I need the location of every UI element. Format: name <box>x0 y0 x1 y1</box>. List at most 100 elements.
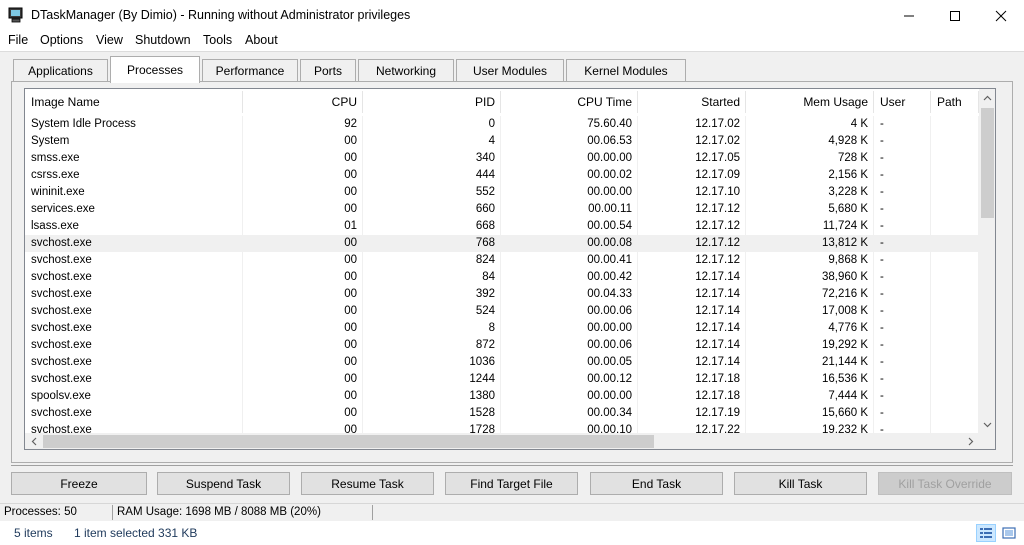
vertical-scrollbar[interactable] <box>979 89 995 433</box>
menu-about[interactable]: About <box>245 33 278 47</box>
find-target-file-button[interactable]: Find Target File <box>445 472 578 495</box>
table-row[interactable]: System 00 4 00.06.53 12.17.02 4,928 K- <box>25 133 979 150</box>
mem-usage-cell: 17,008 K <box>821 305 868 317</box>
cpu-time-cell: 00.00.08 <box>587 237 632 249</box>
menu-shutdown[interactable]: Shutdown <box>135 33 191 47</box>
menu-view[interactable]: View <box>96 33 123 47</box>
kill-task-override-button[interactable]: Kill Task Override <box>878 472 1012 495</box>
table-row[interactable]: svchost.exe 00 84 00.00.42 12.17.14 38,960 K- <box>25 269 979 286</box>
horizontal-scrollbar[interactable] <box>25 433 979 449</box>
table-row[interactable]: services.exe 00 660 00.00.11 12.17.12 5,680 K… <box>25 201 979 218</box>
table-row[interactable]: lsass.exe 01 668 00.00.54 12.17.12 11,724 K- <box>25 218 979 235</box>
table-row[interactable]: svchost.exe 00 768 00.00.08 12.17.12 13,812 K… <box>25 235 979 252</box>
kill-task-button[interactable]: Kill Task <box>734 472 867 495</box>
cpu-time-cell: 00.00.06 <box>587 339 632 351</box>
path-cell <box>931 167 979 184</box>
table-row[interactable]: svchost.exe 00 872 00.00.06 12.17.14 19,292 K… <box>25 337 979 354</box>
scroll-left-button[interactable] <box>25 433 42 449</box>
path-cell <box>931 252 979 269</box>
col-cpu-header[interactable]: CPU <box>243 89 363 115</box>
tab-ports[interactable]: Ports <box>300 59 356 81</box>
process-count: Processes: 50 <box>0 505 113 520</box>
col-started-header[interactable]: Started <box>638 89 746 115</box>
mem-usage-cell: 3,228 K <box>828 186 868 198</box>
user-cell: - <box>880 118 884 130</box>
menu-file[interactable]: File <box>8 33 28 47</box>
scroll-right-button[interactable] <box>962 433 979 449</box>
pid-cell: 768 <box>475 237 495 249</box>
scroll-corner <box>979 433 995 449</box>
scroll-up-button[interactable] <box>979 89 995 106</box>
process-list[interactable]: Image Name CPU PID CPU Time Started Mem Usage… <box>24 88 996 450</box>
table-row[interactable]: csrss.exe 00 444 00.00.02 12.17.09 2,156 K- <box>25 167 979 184</box>
pid-cell: 444 <box>475 169 495 181</box>
details-view-button[interactable] <box>976 524 996 542</box>
table-row[interactable]: svchost.exe 00 1036 00.00.05 12.17.14 21,144 … <box>25 354 979 371</box>
col-path-header[interactable]: Path <box>931 89 979 115</box>
table-row[interactable]: svchost.exe 00 1728 00.00.10 12.17.22 19,232 … <box>25 422 979 433</box>
end-task-button[interactable]: End Task <box>590 472 723 495</box>
mem-usage-cell: 16,536 K <box>821 373 868 385</box>
image-name-cell: wininit.exe <box>31 186 85 198</box>
col-image-name-header[interactable]: Image Name <box>25 89 243 115</box>
table-row[interactable]: svchost.exe 00 524 00.00.06 12.17.14 17,008 K… <box>25 303 979 320</box>
cpu-cell: 00 <box>344 424 357 433</box>
cpu-cell: 00 <box>344 135 357 147</box>
table-row[interactable]: svchost.exe 00 392 00.04.33 12.17.14 72,216 K… <box>25 286 979 303</box>
user-cell: - <box>880 356 884 368</box>
tab-networking[interactable]: Networking <box>358 59 454 81</box>
col-pid-header[interactable]: PID <box>363 89 501 115</box>
path-cell <box>931 184 979 201</box>
maximize-button[interactable] <box>932 0 978 31</box>
pid-cell: 872 <box>475 339 495 351</box>
scroll-down-button[interactable] <box>979 416 995 433</box>
user-cell: - <box>880 135 884 147</box>
image-name-cell: svchost.exe <box>31 322 92 334</box>
large-icons-view-button[interactable] <box>999 524 1019 542</box>
cpu-time-cell: 00.00.12 <box>587 373 632 385</box>
table-row[interactable]: wininit.exe 00 552 00.00.00 12.17.10 3,228 K- <box>25 184 979 201</box>
tab-performance[interactable]: Performance <box>202 59 298 81</box>
suspend-task-button[interactable]: Suspend Task <box>157 472 290 495</box>
freeze-button[interactable]: Freeze <box>11 472 147 495</box>
tab-applications[interactable]: Applications <box>13 59 108 81</box>
table-row[interactable]: smss.exe 00 340 00.00.00 12.17.05 728 K- <box>25 150 979 167</box>
cpu-cell: 00 <box>344 237 357 249</box>
table-row[interactable]: svchost.exe 00 8 00.00.00 12.17.14 4,776 K- <box>25 320 979 337</box>
path-cell <box>931 150 979 167</box>
mem-usage-cell: 4,776 K <box>828 322 868 334</box>
pid-cell: 1244 <box>469 373 495 385</box>
tab-user-modules[interactable]: User Modules <box>456 59 564 81</box>
col-cpu-time-header[interactable]: CPU Time <box>501 89 638 115</box>
pid-cell: 340 <box>475 152 495 164</box>
user-cell: - <box>880 152 884 164</box>
chevron-right-icon <box>968 437 973 446</box>
col-mem-usage-header[interactable]: Mem Usage <box>746 89 874 115</box>
table-row[interactable]: svchost.exe 00 1528 00.00.34 12.17.19 15,660 … <box>25 405 979 422</box>
cpu-cell: 00 <box>344 322 357 334</box>
path-cell <box>931 218 979 235</box>
image-name-cell: System <box>31 135 70 147</box>
pid-cell: 524 <box>475 305 495 317</box>
pid-cell: 4 <box>488 135 495 147</box>
col-user-header[interactable]: User <box>874 89 931 115</box>
close-button[interactable] <box>978 0 1024 31</box>
path-cell <box>931 235 979 252</box>
tab-processes[interactable]: Processes <box>110 56 200 83</box>
vertical-scroll-thumb[interactable] <box>981 108 994 218</box>
cpu-time-cell: 00.00.00 <box>587 152 632 164</box>
mem-usage-cell: 9,868 K <box>828 254 868 266</box>
table-row[interactable]: spoolsv.exe 00 1380 00.00.00 12.17.18 7,444 K… <box>25 388 979 405</box>
menu-tools[interactable]: Tools <box>203 33 232 47</box>
mem-usage-cell: 13,812 K <box>821 237 868 249</box>
menu-options[interactable]: Options <box>40 33 83 47</box>
table-row[interactable]: System Idle Process 92 0 75.60.40 12.17.02 4 … <box>25 116 979 133</box>
tab-kernel-modules[interactable]: Kernel Modules <box>566 59 686 81</box>
resume-task-button[interactable]: Resume Task <box>301 472 434 495</box>
pid-cell: 8 <box>488 322 495 334</box>
started-cell: 12.17.09 <box>695 169 740 181</box>
minimize-button[interactable] <box>886 0 932 31</box>
table-row[interactable]: svchost.exe 00 1244 00.00.12 12.17.18 16,536 … <box>25 371 979 388</box>
horizontal-scroll-thumb[interactable] <box>43 435 654 448</box>
table-row[interactable]: svchost.exe 00 824 00.00.41 12.17.12 9,868 K- <box>25 252 979 269</box>
